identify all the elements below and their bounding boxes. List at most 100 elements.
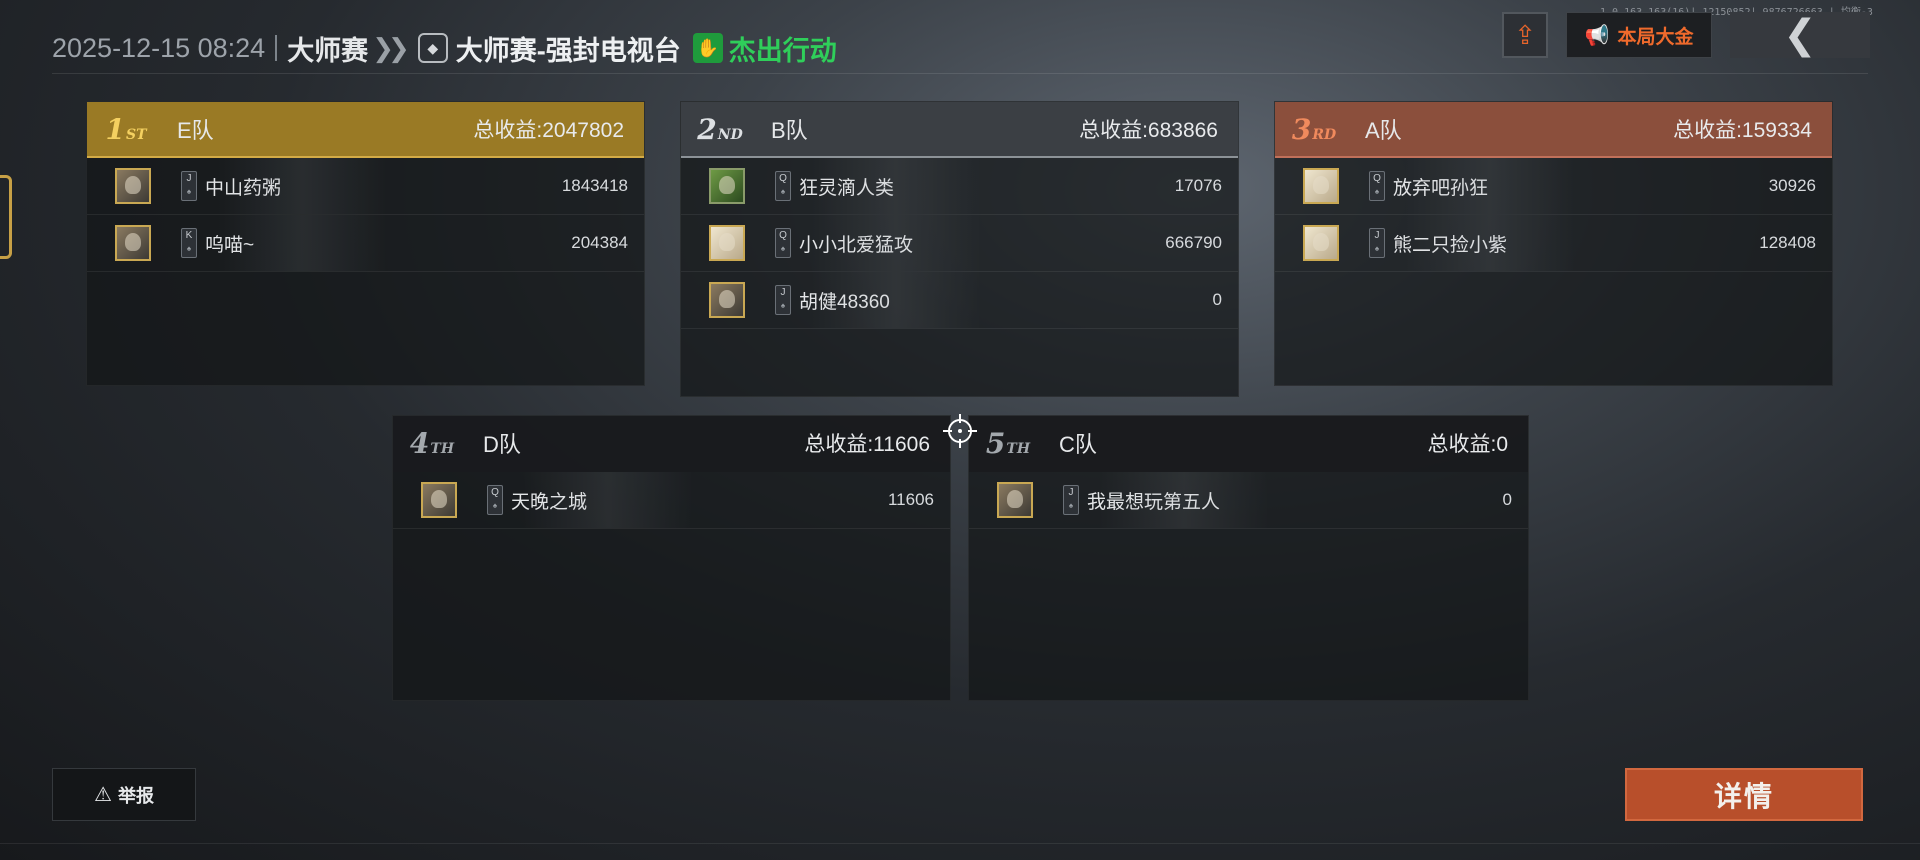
rank-number: 5 [985,426,1006,460]
rank-card-icon: J ♠ [775,285,791,315]
side-tab-handle[interactable] [0,175,12,259]
rank-card-letter: J [780,287,786,298]
team-total-earnings: 总收益:2047802 [473,119,624,142]
warning-icon: ⚠ [94,784,112,806]
rank-card-suit-icon: ♠ [1374,244,1380,253]
round-gold-button[interactable]: 📢 本局大金 [1566,12,1712,58]
footer-divider [0,843,1920,844]
rank-card-letter: Q [779,173,787,184]
rank-badge: 1 ST [87,113,165,146]
team-name: C队 [1059,432,1097,457]
match-mode: 大师赛 [287,35,369,66]
rank-card-icon: J ♠ [1063,485,1079,515]
player-earnings: 204384 [571,233,628,252]
rank-card-suit-icon: ♠ [186,187,192,196]
rank-badge: 3 RD [1275,113,1353,146]
header-divider [52,73,1868,74]
player-earnings: 1843418 [561,176,628,195]
team-card: 3 RD A队 总收益:159334 Q ♠ 放弃吧孙狂 30926 J ♠ 熊二只捡小紫 12840… [1274,101,1833,386]
player-avatar[interactable] [115,225,151,261]
team-card: 2 ND B队 总收益:683866 Q ♠ 狂灵滴人类 17076 Q ♠ 小小北爱猛攻 66679… [680,101,1239,397]
rank-card-letter: Q [1373,173,1381,184]
rank-card-letter: J [1374,230,1380,241]
player-avatar[interactable] [1303,168,1339,204]
rank-badge: 4 TH [393,427,471,460]
player-name: 中山药粥 [205,177,282,199]
rank-badge: 2 ND [681,113,759,146]
rank-card-letter: J [1068,487,1074,498]
player-avatar[interactable] [1303,225,1339,261]
player-avatar[interactable] [709,168,745,204]
details-label: 详情 [1713,780,1774,812]
player-name: 我最想玩第五人 [1087,491,1221,513]
details-button[interactable]: 详情 [1625,768,1863,821]
rank-card-icon: Q ♠ [1369,171,1385,201]
back-button[interactable]: ❮ [1730,12,1870,58]
player-earnings: 666790 [1165,233,1222,252]
rank-suffix: ND [717,126,743,143]
rank-number: 1 [105,112,125,146]
match-header: 2025-12-15 08:24 大师赛 ❯❯ ◆ 大师赛-强封电视台 ✋ 杰出… [52,28,837,68]
rank-number: 2 [697,112,717,146]
player-avatar[interactable] [997,482,1033,518]
team-header: 1 ST E队 总收益:2047802 [87,102,644,158]
rank-card-suit-icon: ♠ [186,244,192,253]
rank-suffix: RD [1312,126,1337,143]
team-header: 5 TH C队 总收益:0 [969,416,1528,472]
team-card: 4 TH D队 总收益:11606 Q ♠ 天晚之城 11606 [392,415,951,701]
team-name: E队 [177,118,214,143]
round-gold-label: 本局大金 [1617,26,1694,48]
rank-suffix: TH [430,440,455,457]
player-name: 熊二只捡小紫 [1393,234,1508,256]
outstanding-action-label[interactable]: 杰出行动 [729,29,837,68]
player-row[interactable]: J ♠ 我最想玩第五人 0 [969,472,1528,529]
match-submode: 大师赛-强封电视台 [455,35,681,66]
team-name: D队 [483,432,521,457]
player-row[interactable]: Q ♠ 小小北爱猛攻 666790 [681,215,1238,272]
team-header: 4 TH D队 总收益:11606 [393,416,950,472]
rank-card-letter: J [186,173,192,184]
team-total-earnings: 总收益:683866 [1079,119,1218,142]
player-earnings: 0 [1212,290,1222,309]
rank-card-icon: J ♠ [181,171,197,201]
rank-card-icon: Q ♠ [775,171,791,201]
player-row[interactable]: Q ♠ 放弃吧孙狂 30926 [1275,158,1832,215]
report-button[interactable]: ⚠ 举报 [52,768,196,821]
player-row[interactable]: J ♠ 中山药粥 1843418 [87,158,644,215]
rank-card-suit-icon: ♠ [492,501,498,510]
player-earnings: 30926 [1768,176,1816,195]
player-row[interactable]: J ♠ 熊二只捡小紫 128408 [1275,215,1832,272]
player-avatar[interactable] [709,282,745,318]
chevron-right-icon: ❯❯ [372,32,409,63]
rank-card-icon: K ♠ [181,228,197,258]
team-name: A队 [1365,118,1402,143]
player-avatar[interactable] [115,168,151,204]
share-button[interactable]: ⇪ [1502,12,1548,58]
player-name: 天晚之城 [511,491,588,513]
rank-card-icon: Q ♠ [775,228,791,258]
player-row[interactable]: K ♠ 呜喵~ 204384 [87,215,644,272]
player-earnings: 17076 [1174,176,1222,195]
team-total-earnings: 总收益:0 [1427,433,1508,456]
player-name: 呜喵~ [205,234,255,256]
player-name: 狂灵滴人类 [799,177,895,199]
player-row[interactable]: J ♠ 胡健48360 0 [681,272,1238,329]
rank-card-suit-icon: ♠ [780,301,786,310]
rank-card-suit-icon: ♠ [1068,501,1074,510]
player-earnings: 128408 [1759,233,1816,252]
team-total-earnings: 总收益:159334 [1673,119,1812,142]
rank-number: 3 [1291,112,1312,146]
player-row[interactable]: Q ♠ 天晚之城 11606 [393,472,950,529]
map-badge-icon: ◆ [417,33,448,63]
player-avatar[interactable] [709,225,745,261]
top-right-buttons: ⇪ 📢 本局大金 ❮ [1502,12,1870,58]
match-datetime: 2025-12-15 08:24 [52,32,266,63]
rank-card-suit-icon: ♠ [780,187,786,196]
rank-card-letter: Q [779,230,787,241]
header-separator [275,35,278,61]
player-row[interactable]: Q ♠ 狂灵滴人类 17076 [681,158,1238,215]
rank-card-letter: K [185,230,193,241]
player-avatar[interactable] [421,482,457,518]
rank-badge: 5 TH [969,427,1047,460]
player-name: 小小北爱猛攻 [799,234,914,256]
